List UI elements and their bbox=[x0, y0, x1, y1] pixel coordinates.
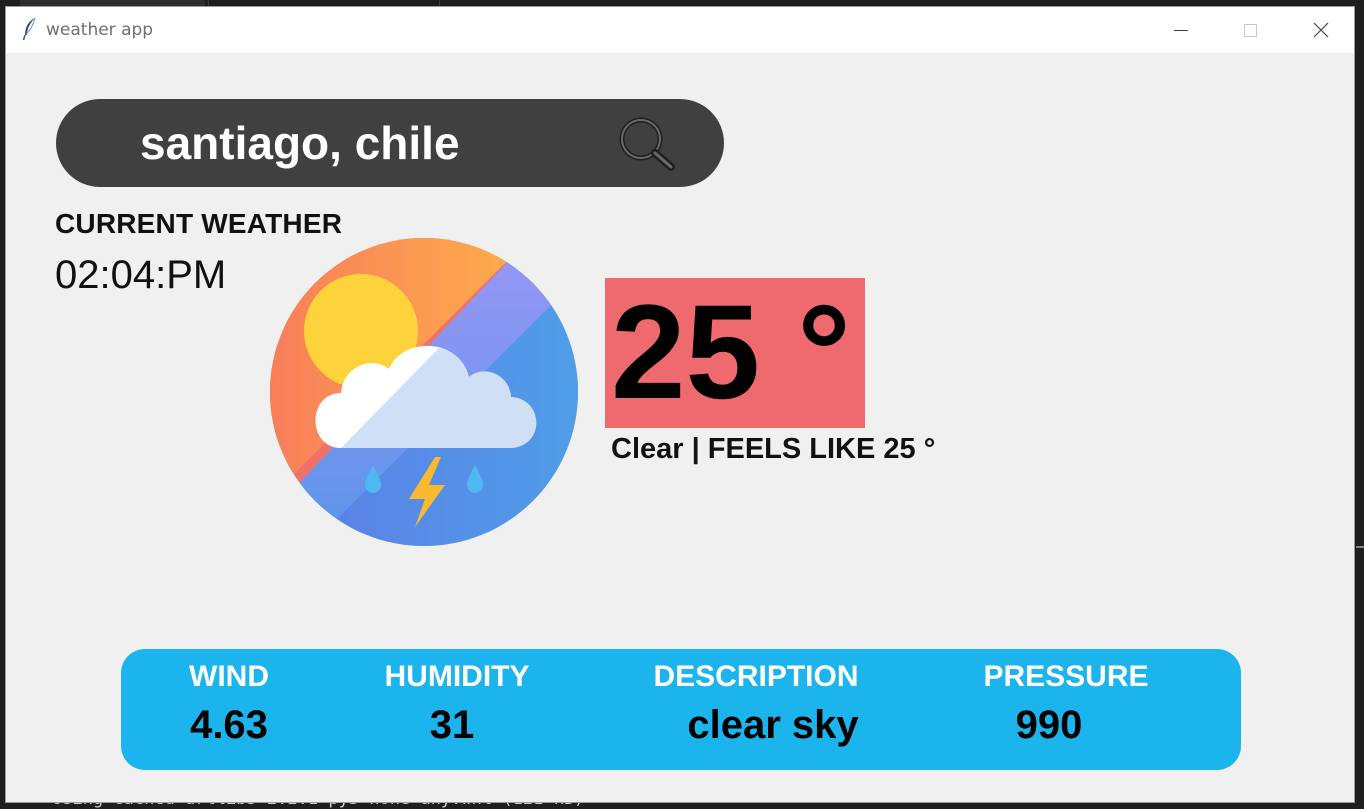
maximize-button[interactable] bbox=[1215, 7, 1285, 53]
search-bar bbox=[56, 99, 724, 187]
close-icon bbox=[1313, 22, 1329, 38]
search-button[interactable] bbox=[612, 111, 682, 177]
cloud-sun-lightning-icon bbox=[270, 238, 578, 546]
weather-app-window: weather app CURRENT WEATHER bbox=[5, 6, 1355, 803]
stat-label-pressure: PRESSURE bbox=[983, 660, 1149, 693]
stat-value-description: clear sky bbox=[687, 703, 859, 747]
search-icon bbox=[619, 117, 675, 171]
local-time: 02:04:PM bbox=[55, 253, 227, 297]
window-title: weather app bbox=[46, 20, 154, 40]
app-content: CURRENT WEATHER 02:04:PM bbox=[6, 53, 1354, 802]
close-button[interactable] bbox=[1286, 7, 1356, 53]
minimize-icon bbox=[1174, 29, 1188, 31]
maximize-icon bbox=[1243, 23, 1257, 37]
current-weather-heading: CURRENT WEATHER bbox=[55, 208, 343, 239]
stat-value-humidity: 31 bbox=[429, 703, 475, 747]
feather-icon bbox=[22, 17, 36, 41]
feels-like-text: Clear | FEELS LIKE 25 ° bbox=[611, 433, 936, 465]
minimize-button[interactable] bbox=[1146, 7, 1216, 53]
host-scroll-marker bbox=[1356, 546, 1364, 548]
stat-label-description: DESCRIPTION bbox=[653, 660, 859, 693]
stat-value-pressure: 990 bbox=[1015, 703, 1083, 747]
stat-value-wind: 4.63 bbox=[190, 703, 268, 747]
host-editor-edge bbox=[1356, 8, 1364, 809]
search-input[interactable] bbox=[140, 113, 580, 173]
temperature-value: 25 ° bbox=[611, 278, 851, 427]
weather-stats-panel: WIND 4.63 HUMIDITY 31 DESCRIPTION clear … bbox=[121, 649, 1241, 770]
stat-label-humidity: HUMIDITY bbox=[384, 660, 530, 693]
temperature-box: 25 ° bbox=[605, 278, 865, 428]
title-bar[interactable]: weather app bbox=[6, 7, 1354, 53]
stat-label-wind: WIND bbox=[189, 660, 269, 693]
